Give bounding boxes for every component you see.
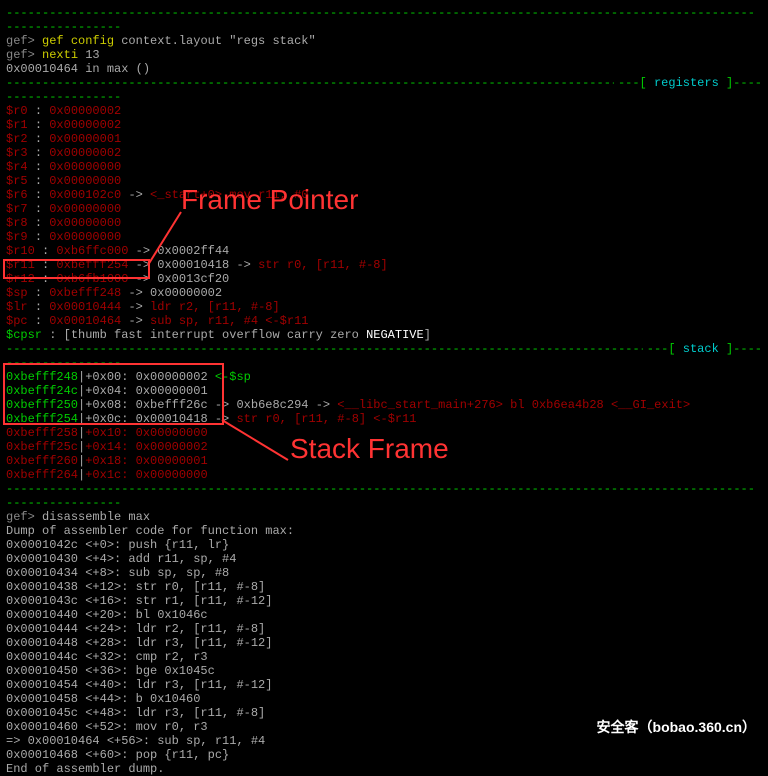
register-row: $r9 : 0x00000000 bbox=[6, 230, 762, 244]
cmd-line[interactable]: gef> disassemble max bbox=[6, 510, 762, 524]
register-row: $r1 : 0x00000002 bbox=[6, 118, 762, 132]
disasm-row: 0x00010454 <+40>: ldr r3, [r11, #-12] bbox=[6, 678, 762, 692]
disasm-row: 0x0001044c <+32>: cmp r2, r3 bbox=[6, 650, 762, 664]
disasm-row: 0x00010438 <+12>: str r0, [r11, #-8] bbox=[6, 580, 762, 594]
separator: ----------------------------------------… bbox=[6, 76, 762, 104]
stack-row: 0xbefff24c|+0x04: 0x00000001 bbox=[6, 384, 762, 398]
register-row: $r10 : 0xb6ffc000 -> 0x0002ff44 bbox=[6, 244, 762, 258]
cmd-line[interactable]: gef> gef config context.layout "regs sta… bbox=[6, 34, 762, 48]
stack-row: 0xbefff260|+0x18: 0x00000001 bbox=[6, 454, 762, 468]
disasm-row: 0x0001045c <+48>: ldr r3, [r11, #-8] bbox=[6, 706, 762, 720]
disasm-row: 0x00010448 <+28>: ldr r3, [r11, #-12] bbox=[6, 636, 762, 650]
register-row: $r11 : 0xbefff254 -> 0x00010418 -> str r… bbox=[6, 258, 762, 272]
stack-row: 0xbefff264|+0x1c: 0x00000000 bbox=[6, 468, 762, 482]
cmd-line[interactable]: gef> nexti 13 bbox=[6, 48, 762, 62]
disasm-row: 0x00010430 <+4>: add r11, sp, #4 bbox=[6, 552, 762, 566]
stack-row: 0xbefff254|+0x0c: 0x00010418 -> str r0, … bbox=[6, 412, 762, 426]
register-row: $r3 : 0x00000002 bbox=[6, 146, 762, 160]
register-row: $r8 : 0x00000000 bbox=[6, 216, 762, 230]
stack-row: 0xbefff250|+0x08: 0xbefff26c -> 0xb6e8c2… bbox=[6, 398, 762, 412]
register-row: $lr : 0x00010444 -> ldr r2, [r11, #-8] bbox=[6, 300, 762, 314]
register-row: $r7 : 0x00000000 bbox=[6, 202, 762, 216]
register-row: $sp : 0xbefff248 -> 0x00000002 bbox=[6, 286, 762, 300]
stack-row: 0xbefff248|+0x00: 0x00000002 <-$sp bbox=[6, 370, 762, 384]
disasm-row: 0x0001043c <+16>: str r1, [r11, #-12] bbox=[6, 594, 762, 608]
watermark: 安全客（bobao.360.cn） bbox=[597, 720, 756, 734]
stack-row: 0xbefff258|+0x10: 0x00000000 bbox=[6, 426, 762, 440]
register-row: $r6 : 0x000102c0 -> <_start+0> mov r11, … bbox=[6, 188, 762, 202]
separator: ----------------------------------------… bbox=[6, 342, 762, 370]
disasm-row: 0x00010450 <+36>: bge 0x1045c bbox=[6, 664, 762, 678]
location-line: 0x00010464 in max () bbox=[6, 62, 762, 76]
disasm-row: => 0x00010464 <+56>: sub sp, r11, #4 bbox=[6, 734, 762, 748]
register-row: $r5 : 0x00000000 bbox=[6, 174, 762, 188]
stack-row: 0xbefff25c|+0x14: 0x00000002 bbox=[6, 440, 762, 454]
register-row: $r4 : 0x00000000 bbox=[6, 160, 762, 174]
disasm-row: 0x00010440 <+20>: bl 0x1046c bbox=[6, 608, 762, 622]
cpsr-row: $cpsr : [thumb fast interrupt overflow c… bbox=[6, 328, 762, 342]
register-row: $r2 : 0x00000001 bbox=[6, 132, 762, 146]
register-row: $pc : 0x00010464 -> sub sp, r11, #4 <-$r… bbox=[6, 314, 762, 328]
register-row: $r0 : 0x00000002 bbox=[6, 104, 762, 118]
register-row: $r12 : 0xb6fb1000 -> 0x0013cf20 bbox=[6, 272, 762, 286]
disasm-row: 0x00010468 <+60>: pop {r11, pc} bbox=[6, 748, 762, 762]
disasm-header: Dump of assembler code for function max: bbox=[6, 524, 762, 538]
separator: ----------------------------------------… bbox=[6, 6, 762, 34]
disasm-row: 0x0001042c <+0>: push {r11, lr} bbox=[6, 538, 762, 552]
separator: ----------------------------------------… bbox=[6, 482, 762, 510]
disasm-row: 0x00010444 <+24>: ldr r2, [r11, #-8] bbox=[6, 622, 762, 636]
disasm-row: 0x00010458 <+44>: b 0x10460 bbox=[6, 692, 762, 706]
disasm-row: 0x00010434 <+8>: sub sp, sp, #8 bbox=[6, 566, 762, 580]
disasm-end: End of assembler dump. bbox=[6, 762, 762, 776]
